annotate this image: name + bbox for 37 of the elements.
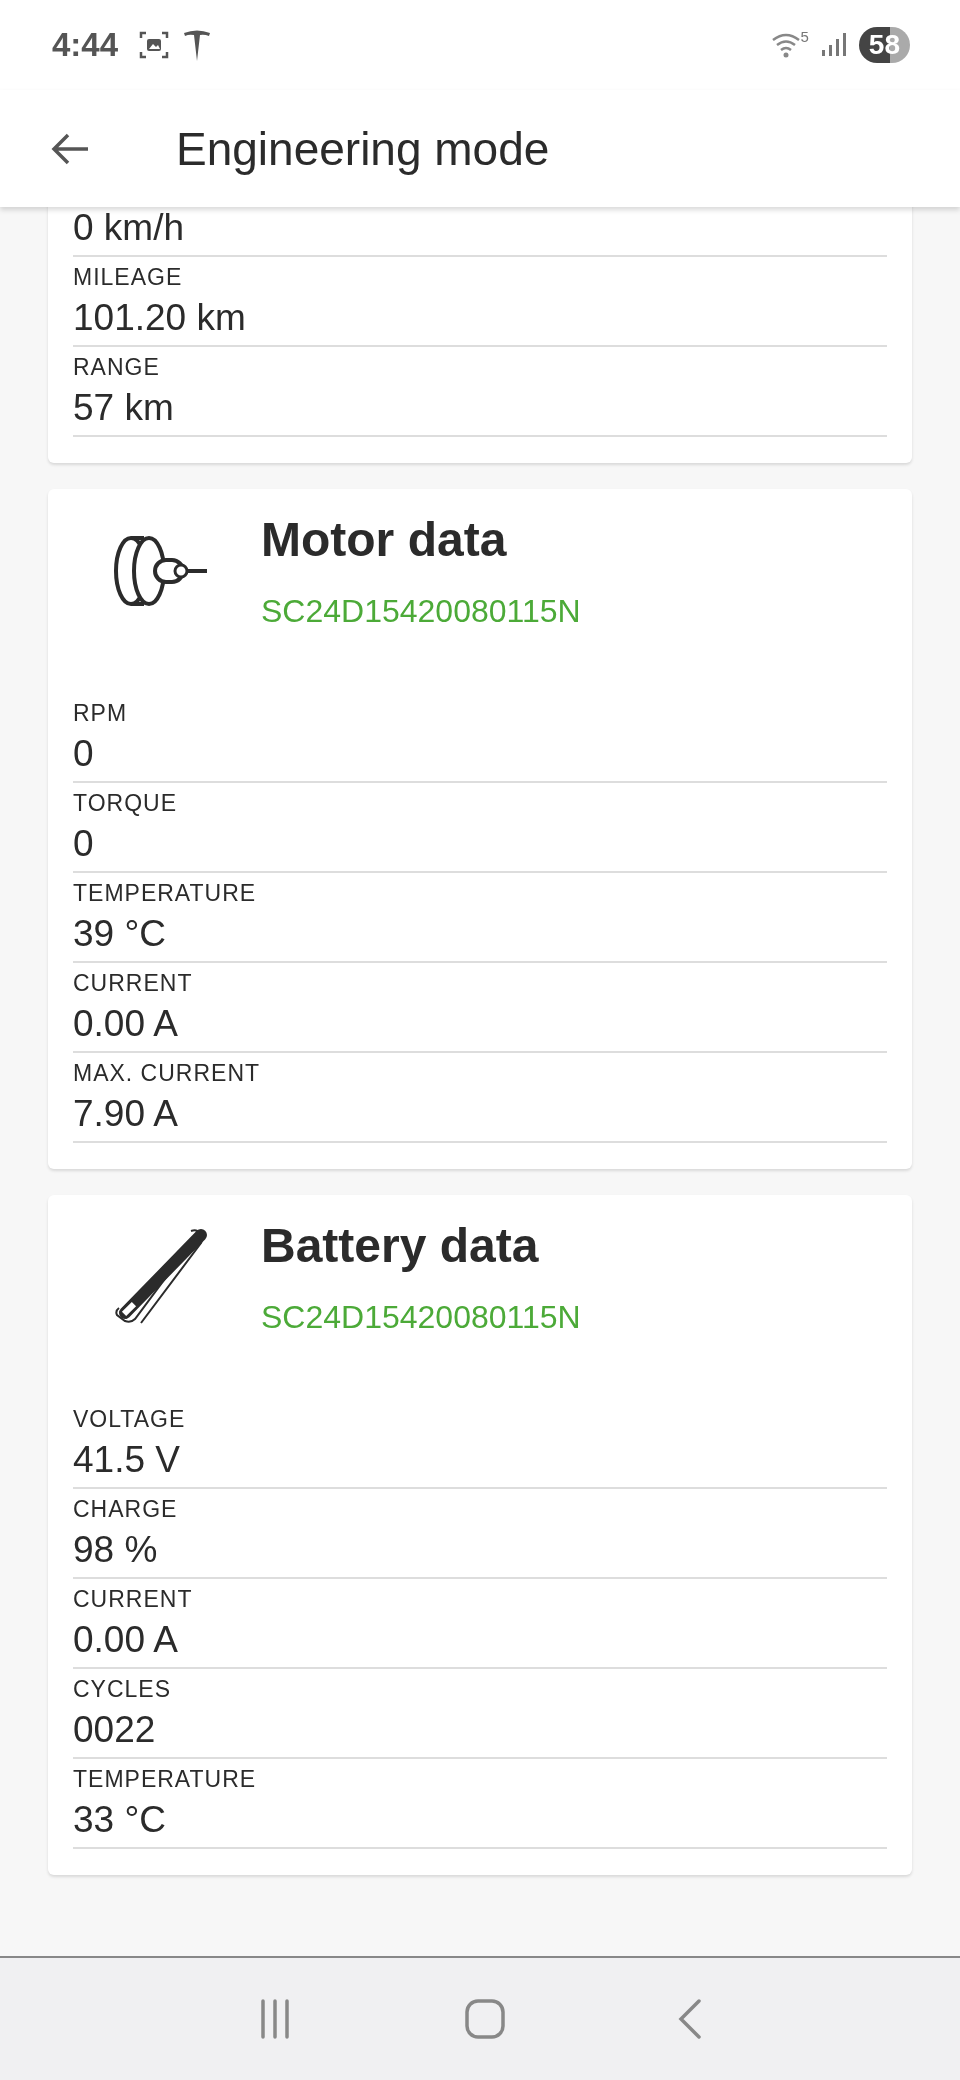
field-label: VOLTAGE xyxy=(73,1405,187,1434)
field-value: 33 °C xyxy=(73,1798,167,1842)
field-value: 0022 xyxy=(73,1708,157,1752)
field-label: TORQUE xyxy=(73,789,178,818)
field-value: 0 xyxy=(73,822,95,866)
field-value: 101.20 km xyxy=(73,296,247,340)
serial-number: SC24D15420080115N xyxy=(261,1299,581,1336)
screen-title: Engineering mode xyxy=(176,121,550,176)
field-label: CURRENT xyxy=(73,969,194,998)
signal-icon xyxy=(820,32,847,58)
battery-indicator: 58 xyxy=(858,27,910,63)
network-label: 5 xyxy=(800,28,809,45)
field-label: RANGE xyxy=(73,353,161,382)
field-value: 7.90 A xyxy=(73,1092,179,1136)
field-value: 0.00 A xyxy=(73,1002,179,1046)
field-label: MILEAGE xyxy=(73,263,184,292)
screenshot-icon xyxy=(138,29,171,61)
field-label: CURRENT xyxy=(73,1585,194,1614)
field-value: 0.00 A xyxy=(73,1618,179,1662)
status-time: 4:44 xyxy=(52,26,119,64)
field-value: 98 % xyxy=(73,1528,159,1572)
field-value: 41.5 V xyxy=(73,1438,181,1482)
field-label: MAX. CURRENT xyxy=(73,1059,262,1088)
serial-number: SC24D15420080115N xyxy=(261,593,581,630)
home-icon[interactable] xyxy=(465,1999,505,2039)
field-value: 0 km/h xyxy=(73,207,186,250)
card-title: Motor data xyxy=(261,512,508,567)
field-label: RPM xyxy=(73,699,129,728)
field-label: CHARGE xyxy=(73,1495,179,1524)
field-value: 39 °C xyxy=(73,912,167,956)
card-title: Battery data xyxy=(261,1218,540,1273)
field-label: TEMPERATURE xyxy=(73,879,258,908)
field-label: TEMPERATURE xyxy=(73,1765,258,1794)
field-value: 0 xyxy=(73,732,95,776)
field-value: 57 km xyxy=(73,386,175,430)
field-label: CYCLES xyxy=(73,1675,173,1704)
back-arrow-icon xyxy=(50,131,90,166)
